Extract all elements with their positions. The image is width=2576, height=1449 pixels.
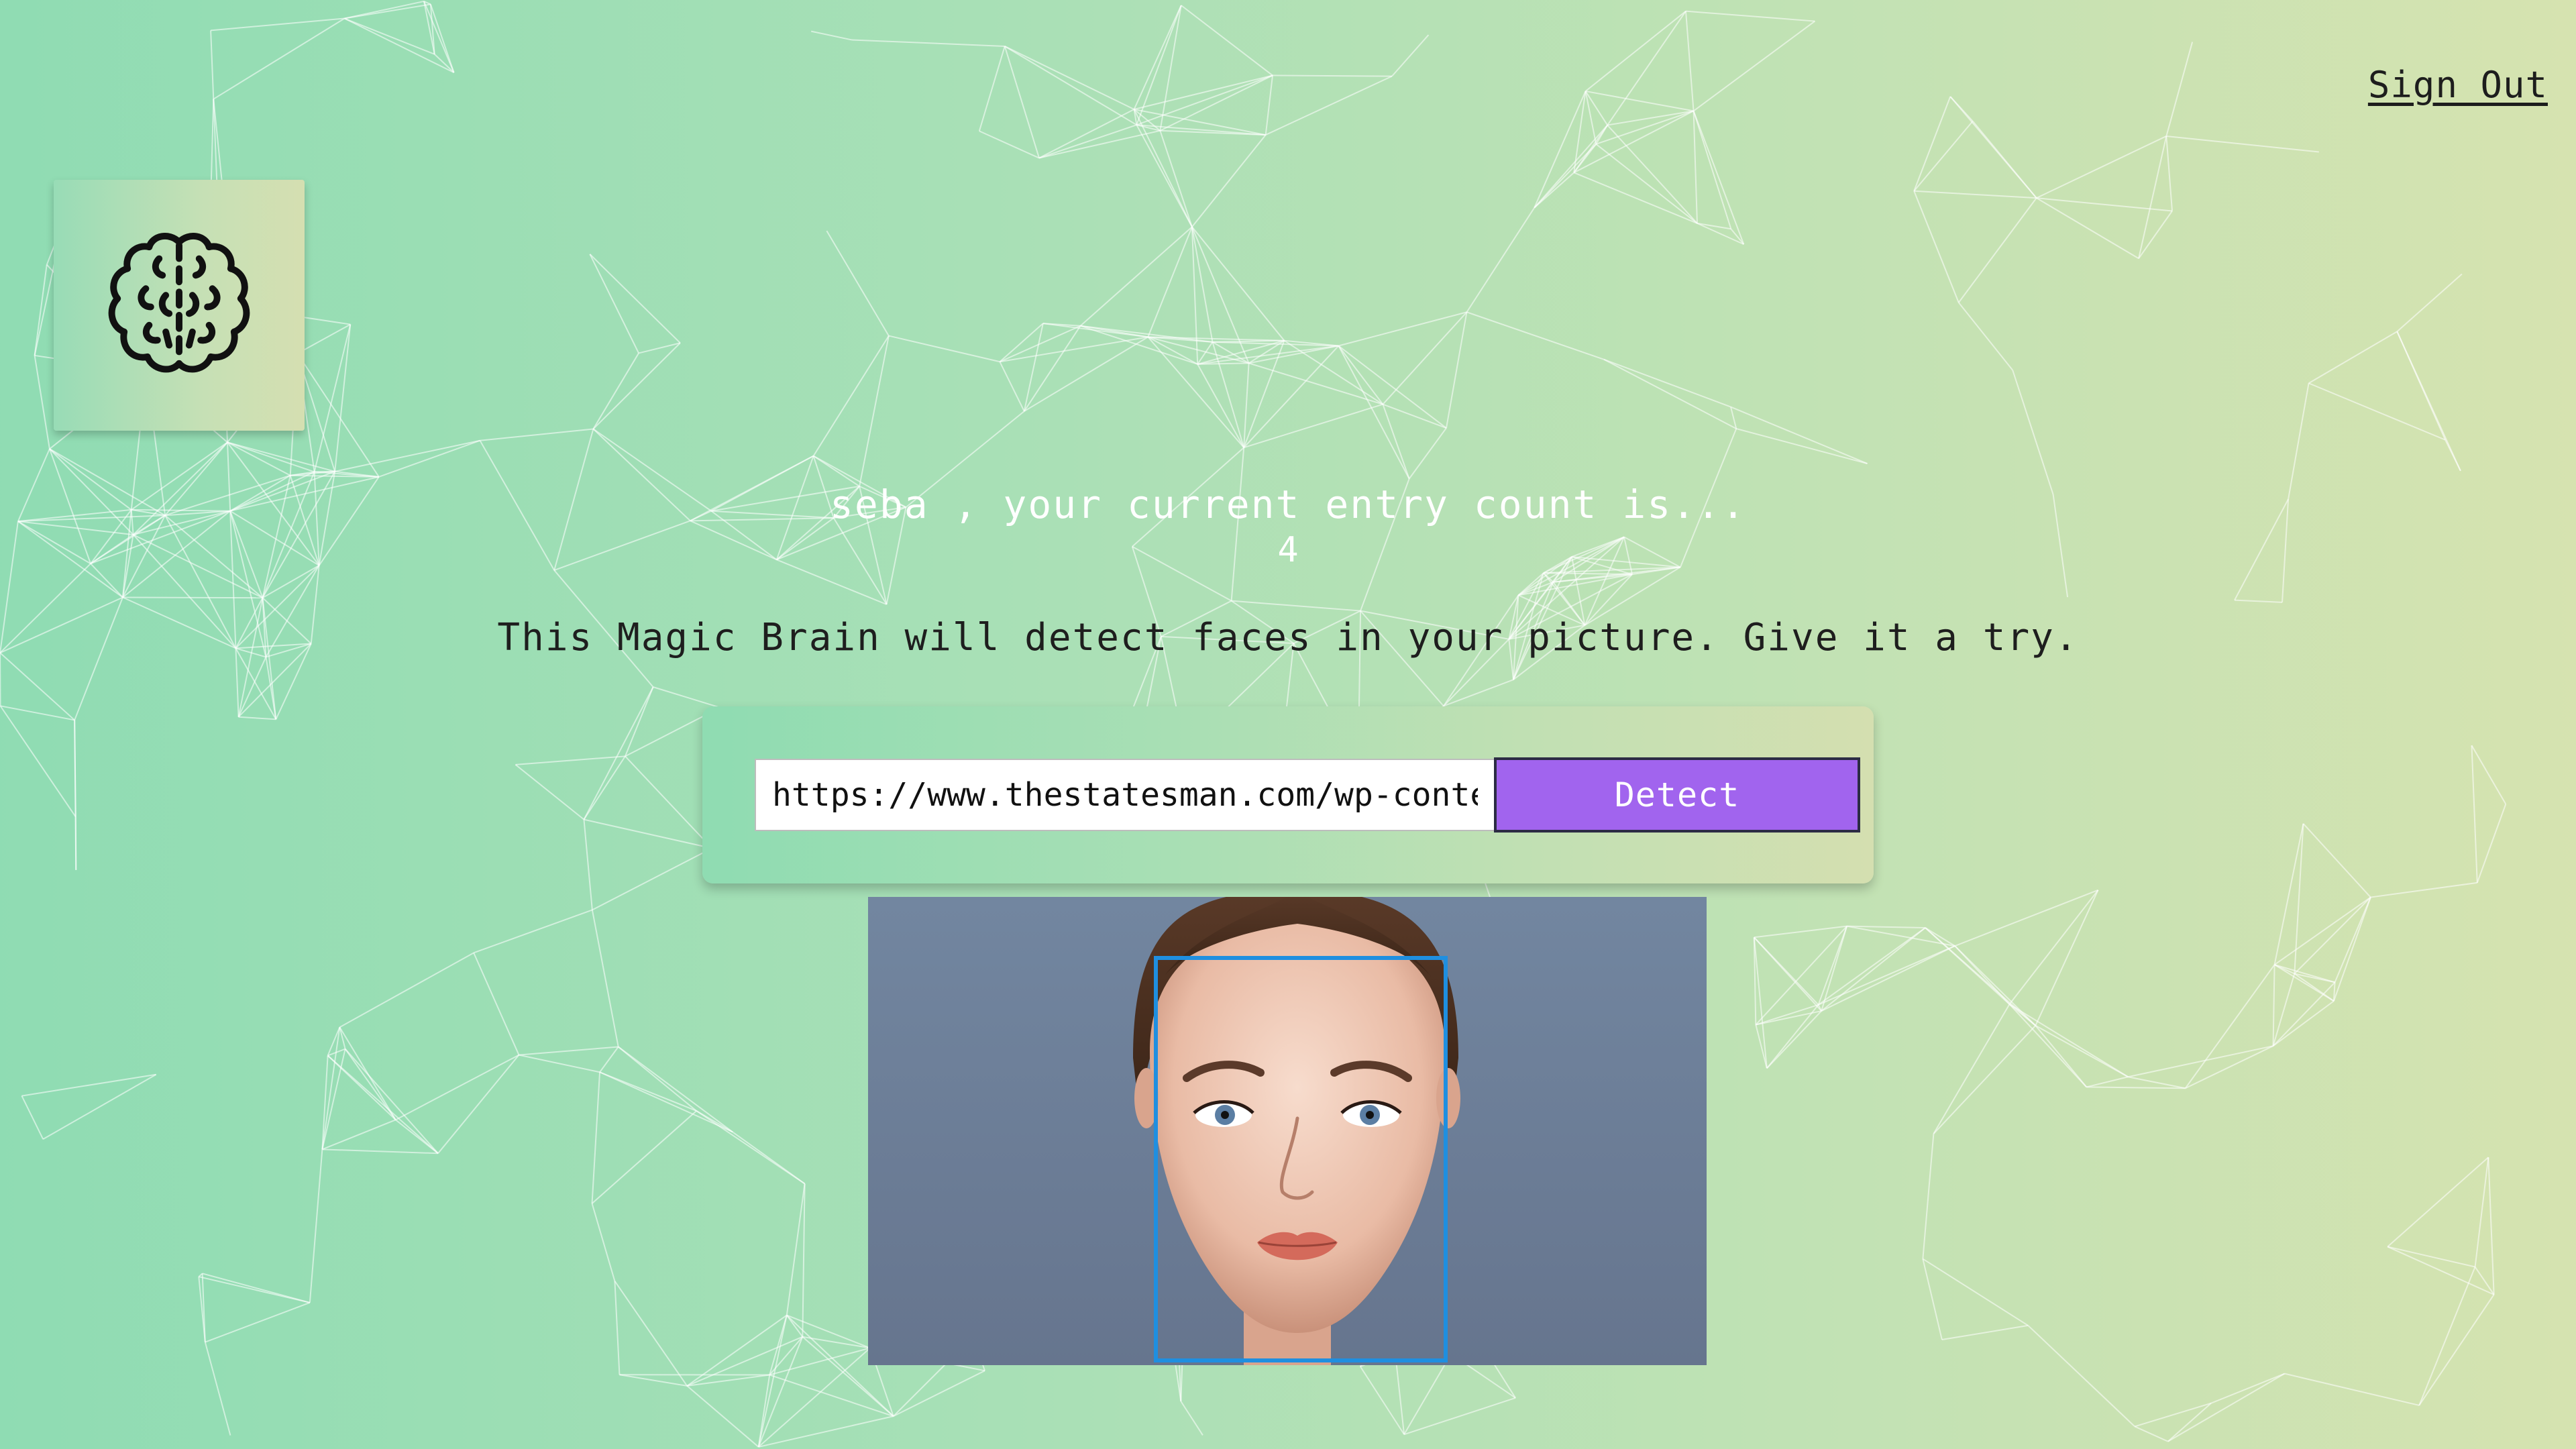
image-url-input[interactable] — [755, 759, 1495, 831]
entry-count-message: seba , your current entry count is... — [829, 482, 1746, 527]
top-navigation: Sign Out — [2368, 64, 2548, 106]
image-link-form: Detect — [702, 706, 1874, 883]
brain-icon — [108, 233, 250, 373]
face-image — [868, 897, 1707, 1365]
tagline: This Magic Brain will detect faces in yo… — [497, 616, 2079, 659]
face-bounding-box — [1154, 956, 1448, 1362]
entry-count-value: 4 — [1277, 530, 1299, 570]
detect-button[interactable]: Detect — [1494, 757, 1860, 833]
logo-card[interactable] — [54, 180, 305, 431]
sign-out-link[interactable]: Sign Out — [2368, 64, 2548, 106]
